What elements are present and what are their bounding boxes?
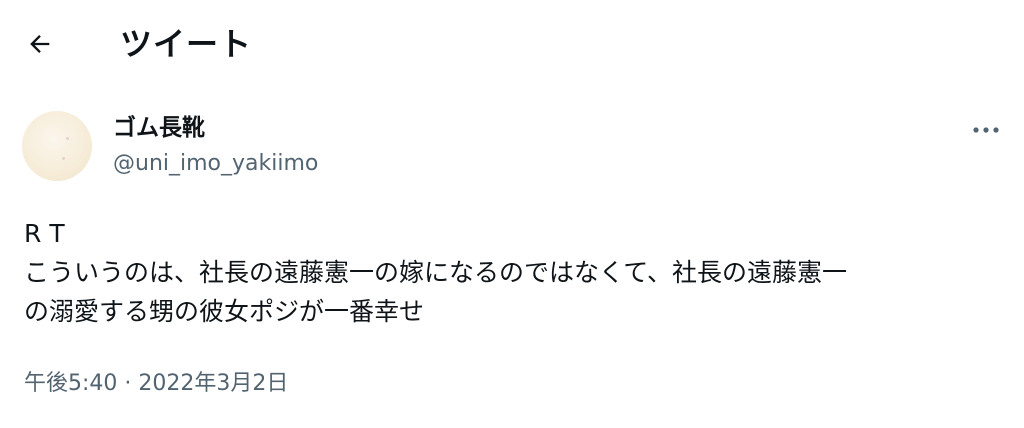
back-button[interactable] [20,24,60,64]
more-horizontal-icon [973,127,999,133]
author-display-name[interactable]: ゴム長靴 [113,112,205,144]
tweet-timestamp[interactable]: 午後5:40 · 2022年3月2日 [24,368,288,400]
avatar[interactable] [22,111,92,181]
page-header: ツイート [0,0,1024,90]
page-title: ツイート [120,25,253,63]
author-handle[interactable]: @uni_imo_yakiimo [113,148,318,180]
arrow-left-icon [30,35,50,53]
more-options-button[interactable] [966,116,1006,144]
tweet-text: R T こういうのは、社長の遠藤憲一の嫁になるのではなくて、社長の遠藤憲一 の溺… [24,219,848,326]
